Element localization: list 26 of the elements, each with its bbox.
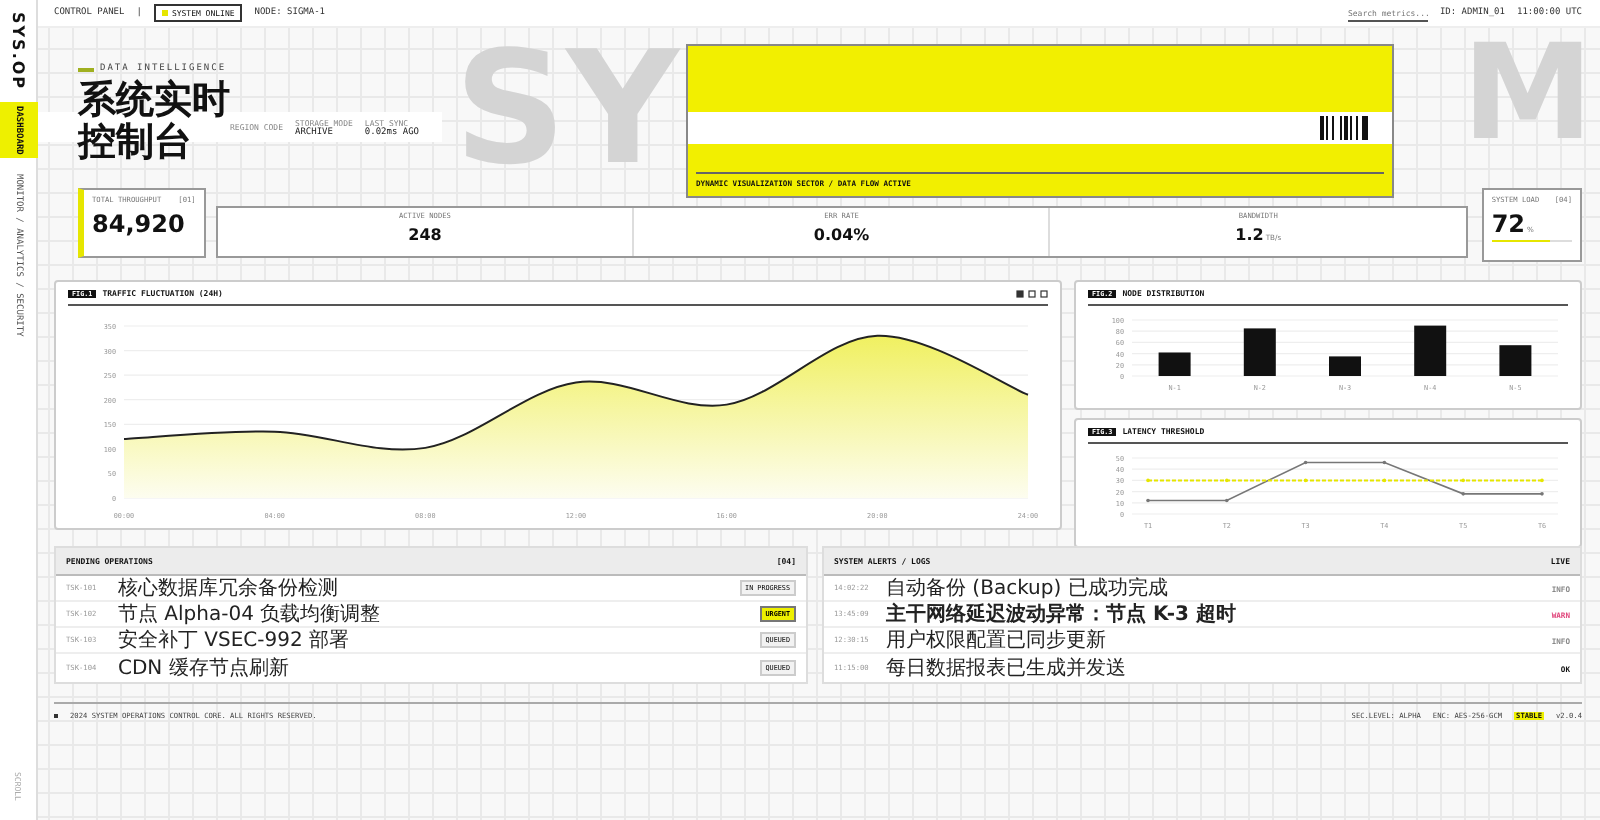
log-message: 主干网络延迟波动异常：节点 K-3 超时	[886, 603, 1238, 625]
log-message: 用户权限配置已同步更新	[886, 629, 1108, 651]
bar	[1499, 345, 1532, 376]
bar	[1329, 356, 1361, 376]
logo: SYS.OP	[9, 12, 27, 91]
barcode-icon	[1320, 116, 1372, 140]
stat-value: 0.04%	[813, 226, 870, 244]
data-point	[1303, 478, 1308, 483]
task-title: CDN 缓存节点刷新	[118, 657, 291, 679]
task-title: 核心数据库冗余备份检测	[118, 577, 340, 599]
data-point	[1382, 460, 1387, 465]
bar	[1414, 325, 1447, 376]
task-title: 节点 Alpha-04 负载均衡调整	[118, 603, 383, 625]
stat-value: 248	[408, 226, 442, 244]
stat-value: 84,920	[92, 210, 187, 238]
data-point	[1303, 460, 1308, 465]
bar	[1243, 328, 1276, 376]
task-title: 安全补丁 VSEC-992 部署	[118, 629, 352, 651]
stat-value: 72	[1491, 210, 1526, 238]
window-controls-icon	[1016, 289, 1048, 297]
bar	[1158, 352, 1191, 376]
accent-bar	[78, 67, 94, 71]
stat-value: 1.2	[1235, 226, 1264, 244]
log-message: 自动备份 (Backup) 已成功完成	[886, 577, 1170, 599]
data-point	[1382, 478, 1387, 483]
log-message: 每日数据报表已生成并发送	[886, 657, 1128, 679]
